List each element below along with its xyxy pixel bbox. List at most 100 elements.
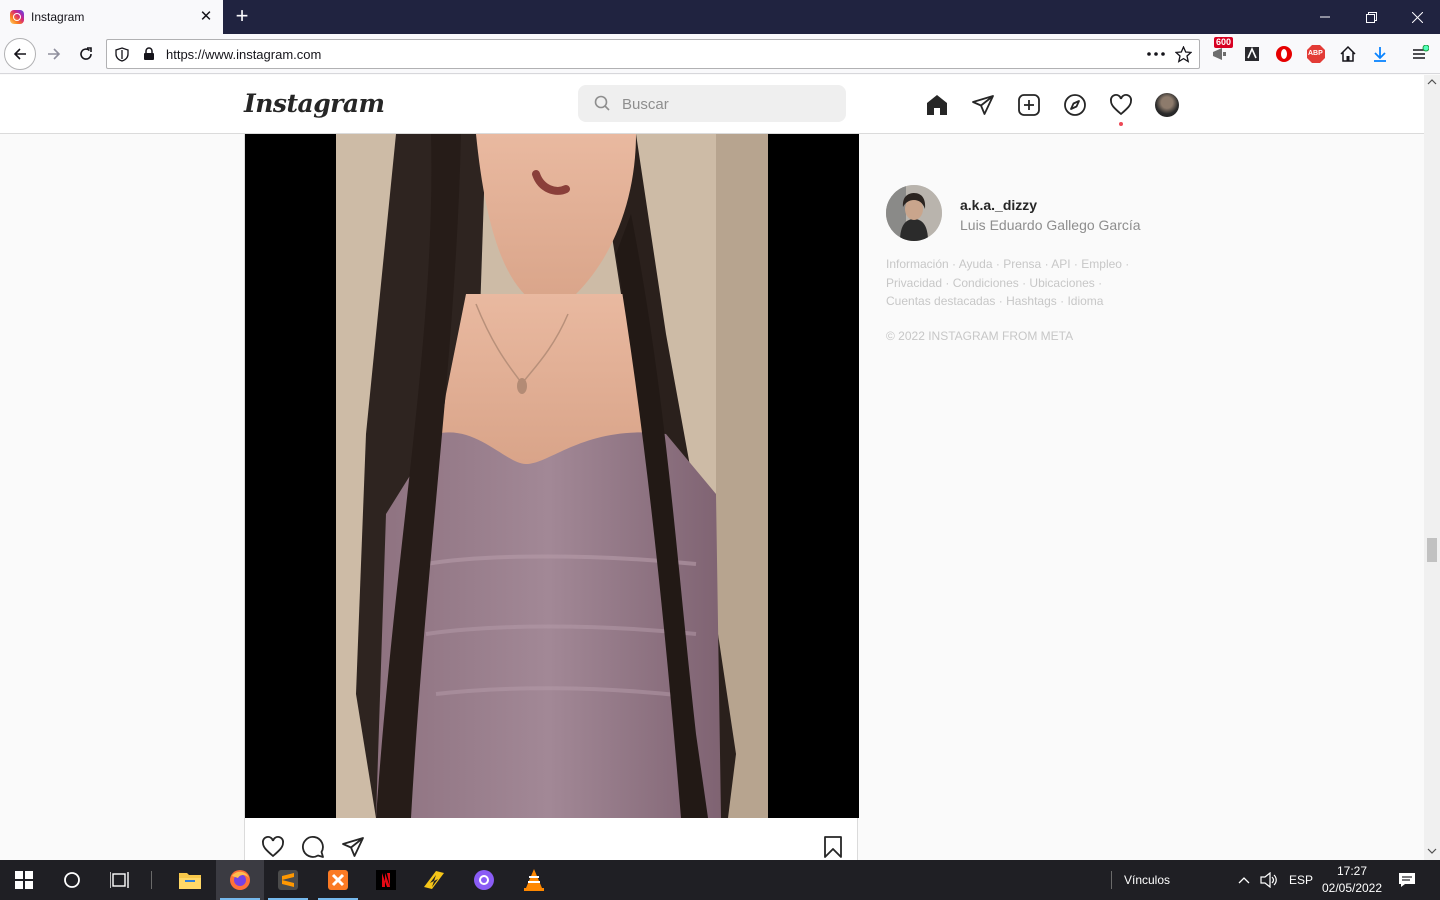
address-bar[interactable]: https://www.instagram.com (106, 39, 1200, 69)
footer-link-prensa[interactable]: Prensa (1003, 257, 1041, 271)
back-button[interactable] (4, 38, 36, 70)
footer-link-api[interactable]: API (1051, 257, 1070, 271)
app-taskbar-button[interactable] (410, 860, 458, 900)
new-tab-button[interactable]: + (231, 3, 253, 29)
home-button[interactable] (1336, 42, 1360, 66)
taskbar-divider (1111, 871, 1112, 889)
notification-chat-icon (1399, 873, 1415, 887)
chevron-up-icon (1238, 877, 1250, 884)
post-video[interactable] (245, 134, 859, 818)
opera-extension[interactable] (1272, 42, 1296, 66)
volume-button[interactable] (1256, 860, 1282, 900)
sidebar-username[interactable]: a.k.a._dizzy (960, 197, 1037, 213)
footer-link-condiciones[interactable]: Condiciones (953, 276, 1019, 290)
instagram-logo[interactable]: Instagram (244, 89, 385, 118)
sublime-taskbar-button[interactable] (264, 860, 312, 900)
footer-link-ayuda[interactable]: Ayuda (959, 257, 993, 271)
footer-link-privacidad[interactable]: Privacidad (886, 276, 942, 290)
task-view-icon (110, 872, 129, 888)
footer-link-ubicaciones[interactable]: Ubicaciones (1029, 276, 1094, 290)
nav-new-post-button[interactable] (1016, 92, 1042, 118)
heart-icon (1110, 94, 1132, 116)
paper-plane-icon (342, 837, 364, 857)
reload-button[interactable] (70, 38, 102, 70)
footer-link-empleo[interactable]: Empleo (1081, 257, 1122, 271)
profile-photo-image (886, 185, 942, 241)
vlc-taskbar-button[interactable] (510, 860, 558, 900)
nav-home-button[interactable] (924, 92, 950, 118)
share-button[interactable] (340, 834, 366, 860)
scrollbar-thumb[interactable] (1427, 538, 1437, 562)
firefox-taskbar-button[interactable] (216, 860, 264, 900)
nav-explore-button[interactable] (1062, 92, 1088, 118)
clock-button[interactable]: 17:27 02/05/2022 (1316, 860, 1388, 900)
forward-button[interactable] (38, 38, 70, 70)
show-hidden-icons-button[interactable] (1232, 860, 1256, 900)
profile-avatar-button[interactable] (1155, 93, 1179, 117)
add-post-icon (1018, 94, 1040, 116)
hamburger-menu-icon (1413, 45, 1429, 59)
footer-link-cuentas-destacadas[interactable]: Cuentas destacadas (886, 294, 995, 308)
tracking-shield-icon[interactable] (115, 47, 129, 62)
sidebar-avatar[interactable] (886, 185, 942, 241)
badge-count: 600 (1214, 37, 1234, 48)
abp-label: ABP (1308, 50, 1323, 57)
downloads-button[interactable] (1368, 42, 1392, 66)
scroll-up-icon[interactable] (1427, 78, 1437, 86)
action-center-button[interactable] (1386, 860, 1428, 900)
close-tab-icon[interactable]: ✕ (197, 7, 215, 25)
instagram-favicon-icon (10, 10, 24, 24)
cortana-circle-icon (64, 872, 80, 888)
instagram-header: Instagram Buscar (0, 75, 1424, 134)
lock-icon[interactable] (143, 47, 155, 61)
windows-logo-icon (15, 871, 33, 889)
adblock-plus-extension[interactable]: ABP (1304, 42, 1328, 66)
notifications-extension[interactable]: 600 (1208, 37, 1234, 66)
save-button[interactable] (820, 834, 846, 860)
bookmark-star-icon[interactable] (1175, 46, 1192, 63)
xampp-taskbar-button[interactable] (314, 860, 362, 900)
github-desktop-taskbar-button[interactable] (460, 860, 508, 900)
menu-button[interactable] (1408, 42, 1432, 66)
page-actions-icon[interactable] (1147, 52, 1165, 56)
input-language[interactable]: ESP (1289, 873, 1313, 887)
lightning-app-icon (424, 871, 444, 889)
file-explorer-button[interactable] (166, 860, 214, 900)
close-window-button[interactable] (1394, 0, 1440, 34)
search-input[interactable]: Buscar (578, 85, 846, 122)
browser-tab-bar: Instagram ✕ + (0, 0, 1440, 34)
bookmark-icon (824, 836, 842, 858)
task-view-button[interactable] (96, 860, 144, 900)
instagram-page: Instagram Buscar a.k.a._dizzy Luis Eduar… (0, 75, 1424, 860)
book-icon (1245, 47, 1259, 61)
like-button[interactable] (260, 834, 286, 860)
home-icon (927, 95, 947, 115)
reload-icon (80, 47, 92, 60)
links-toolbar-label[interactable]: Vínculos (1124, 873, 1170, 887)
page-scrollbar[interactable] (1424, 75, 1440, 860)
arrow-right-icon (48, 48, 61, 60)
cortana-button[interactable] (48, 860, 96, 900)
scroll-down-icon[interactable] (1427, 847, 1437, 855)
restore-button[interactable] (1348, 0, 1394, 34)
sublime-text-icon (278, 870, 298, 890)
comment-button[interactable] (300, 834, 326, 860)
home-icon (1340, 45, 1356, 62)
reader-extension[interactable] (1240, 42, 1264, 66)
nav-activity-button[interactable] (1108, 92, 1134, 118)
vlc-cone-icon (524, 869, 544, 891)
minimize-button[interactable] (1302, 0, 1348, 34)
tab-instagram[interactable]: Instagram ✕ (0, 0, 223, 34)
footer-link-informacion[interactable]: Información (886, 257, 949, 271)
footer-link-idioma[interactable]: Idioma (1067, 294, 1103, 308)
clock-date: 02/05/2022 (1321, 881, 1383, 895)
nav-direct-button[interactable] (970, 92, 996, 118)
github-icon (474, 870, 494, 890)
footer-link-hashtags[interactable]: Hashtags (1006, 294, 1057, 308)
post-actions (245, 818, 859, 860)
netflix-taskbar-button[interactable] (362, 860, 410, 900)
clock-time: 17:27 (1336, 864, 1368, 878)
start-button[interactable] (0, 860, 48, 900)
xampp-icon (328, 870, 348, 890)
footer-links: Información · Ayuda · Prensa · API · Emp… (886, 257, 1130, 308)
